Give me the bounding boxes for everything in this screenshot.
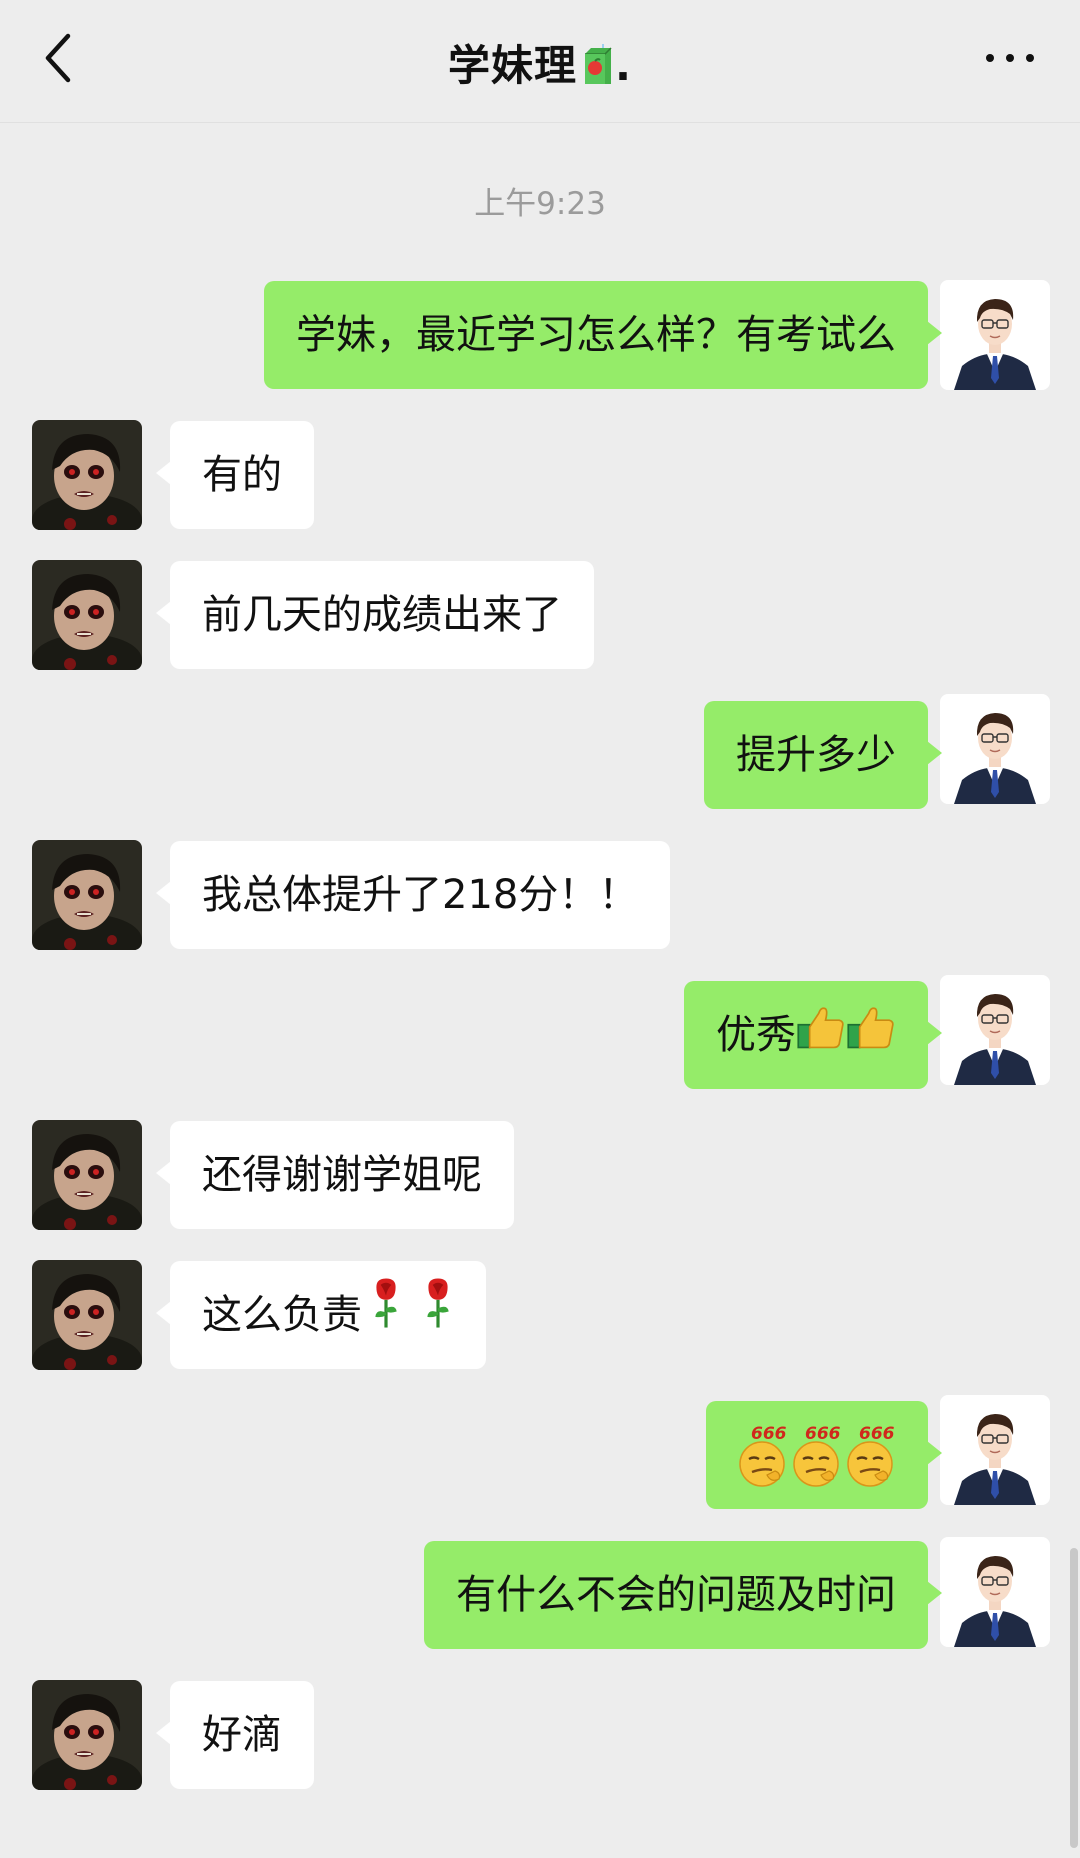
contact-avatar[interactable] (32, 560, 142, 670)
emoji-666-icon: 666 (845, 1425, 897, 1489)
my-avatar[interactable] (940, 1537, 1050, 1647)
my-avatar[interactable] (940, 975, 1050, 1085)
scrollbar[interactable] (1070, 1548, 1078, 1848)
message-bubble-incoming[interactable]: 前几天的成绩出来了 (156, 561, 594, 669)
message-timestamp: 上午9:23 (474, 186, 606, 222)
message-bubble-outgoing[interactable]: 学妹，最近学习怎么样？有考试么 (264, 281, 942, 389)
message-bubble-incoming[interactable]: 我总体提升了218分！！ (155, 841, 671, 949)
juice-box-icon (581, 44, 615, 96)
title-suffix: . (615, 41, 632, 90)
more-options-button[interactable] (980, 36, 1040, 80)
contact-avatar[interactable] (32, 840, 142, 950)
message-bubble-incoming[interactable]: 有的 (156, 421, 314, 529)
message-bubble-incoming[interactable]: 这么负责 (156, 1261, 486, 1371)
ellipsis-icon (986, 54, 1034, 62)
thumbs-up-icon (796, 983, 846, 1091)
message-text: 前几天的成绩出来了 (202, 592, 562, 638)
rose-icon (370, 1263, 402, 1371)
message-text: 好滴 (202, 1712, 282, 1758)
chat-header: 学妹理 . (0, 0, 1080, 123)
emoji-666-icon: 666 (791, 1425, 843, 1489)
contact-avatar[interactable] (32, 1260, 142, 1370)
contact-avatar[interactable] (32, 1680, 142, 1790)
message-text: 有什么不会的问题及时问 (456, 1572, 896, 1618)
message-text: 优秀 (716, 1012, 796, 1058)
my-avatar[interactable] (940, 694, 1050, 804)
message-bubble-outgoing[interactable]: 有什么不会的问题及时问 (424, 1541, 942, 1649)
rose-icon (422, 1263, 454, 1371)
contact-name: 学妹理 (448, 41, 578, 90)
emoji-666-icon: 666 (737, 1425, 789, 1489)
thumbs-up-icon (846, 983, 896, 1091)
my-avatar[interactable] (940, 280, 1050, 390)
message-text: 有的 (202, 452, 282, 498)
contact-avatar[interactable] (32, 420, 142, 530)
message-bubble-outgoing[interactable]: 优秀 (684, 981, 942, 1091)
message-text: 我总体提升了218分！！ (202, 872, 639, 918)
message-text: 学妹，最近学习怎么样？有考试么 (296, 312, 896, 358)
my-avatar[interactable] (940, 1395, 1050, 1505)
message-bubble-incoming[interactable]: 好滴 (156, 1681, 314, 1789)
message-bubble-outgoing[interactable]: 666 666 666 (706, 1401, 942, 1509)
message-bubble-incoming[interactable]: 还得谢谢学姐呢 (156, 1121, 514, 1229)
message-text: 提升多少 (736, 732, 896, 778)
message-bubble-outgoing[interactable]: 提升多少 (704, 701, 942, 809)
chat-title: 学妹理 . (0, 32, 1080, 96)
contact-avatar[interactable] (32, 1120, 142, 1230)
message-text: 还得谢谢学姐呢 (202, 1152, 482, 1198)
message-text: 这么负责 (202, 1292, 362, 1338)
